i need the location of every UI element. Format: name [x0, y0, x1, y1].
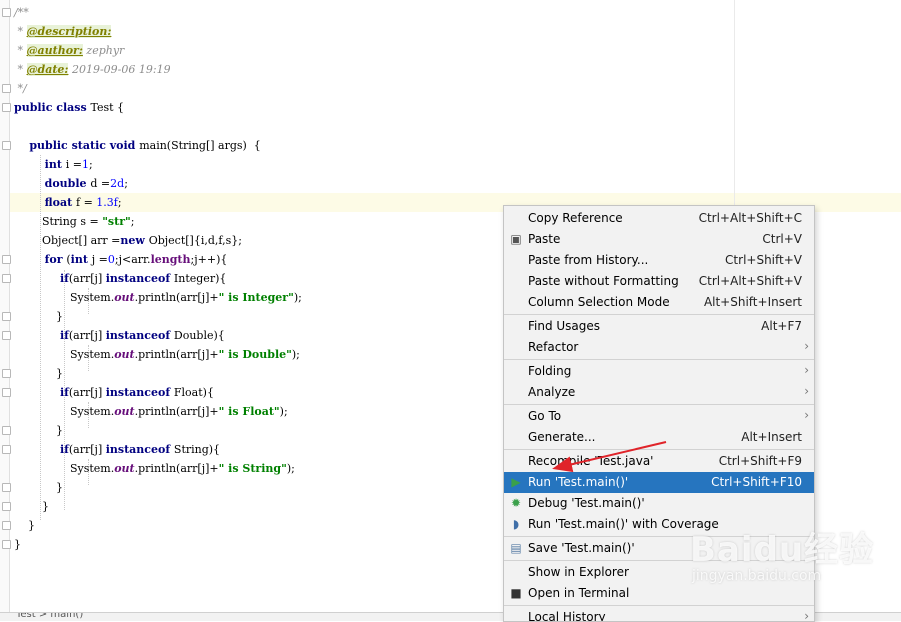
- annotation-arrow: [552, 441, 667, 473]
